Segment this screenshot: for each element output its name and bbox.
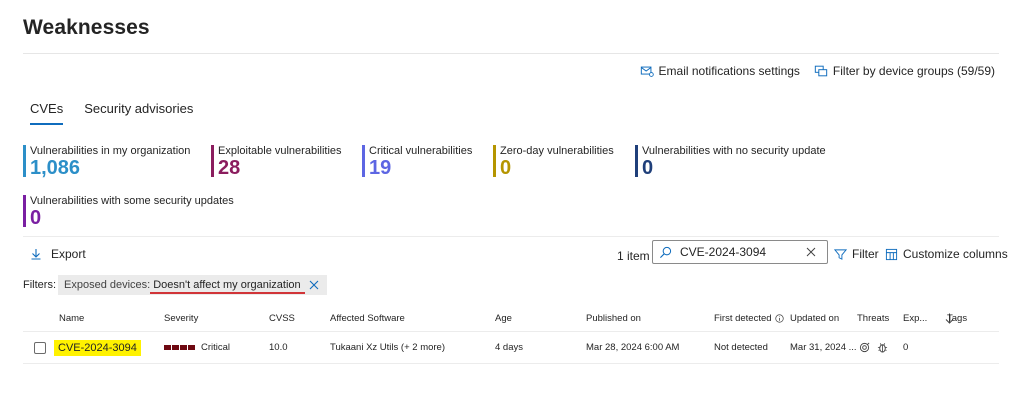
metric-label: Vulnerabilities in my organization — [30, 145, 191, 157]
column-header-age[interactable]: Age — [495, 306, 512, 331]
customize-columns-button[interactable]: Customize columns — [885, 247, 1008, 261]
metric-bar — [635, 145, 638, 177]
column-header-cvss[interactable]: CVSS — [269, 306, 295, 331]
tab-cves[interactable]: CVEs — [30, 101, 64, 125]
export-label: Export — [51, 247, 86, 261]
metric-label: Zero-day vulnerabilities — [500, 145, 614, 157]
filters-label: Filters: — [23, 279, 56, 291]
column-header-published-on[interactable]: Published on — [586, 306, 641, 331]
column-header-updated-on[interactable]: Updated on — [790, 306, 839, 331]
metric-value: 28 — [218, 157, 241, 179]
columns-icon — [885, 248, 898, 260]
remove-filter-close-icon[interactable] — [309, 280, 319, 290]
metric-bar — [493, 145, 496, 177]
cve-name-cell: CVE-2024-3094 — [54, 332, 141, 363]
metric-value: 19 — [369, 157, 392, 179]
metric-value: 0 — [642, 157, 654, 179]
top-actions: Email notifications settings Filter by d… — [640, 64, 995, 78]
row-checkbox[interactable] — [34, 341, 46, 354]
metric-zero-day-vulnerabilities[interactable]: Zero-day vulnerabilities 0 — [493, 145, 614, 179]
export-button[interactable]: Export — [30, 247, 86, 261]
filter-button[interactable]: Filter — [834, 247, 879, 261]
first-detected-cell: Not detected — [714, 342, 768, 353]
column-header-tags[interactable]: Tags — [947, 306, 967, 331]
close-icon[interactable] — [806, 247, 816, 257]
info-icon[interactable] — [774, 314, 784, 323]
device-groups-icon — [814, 65, 828, 77]
age-cell: 4 days — [495, 342, 523, 353]
severity-indicator — [164, 345, 195, 350]
metric-label: Exploitable vulnerabilities — [218, 145, 342, 157]
metric-value: 1,086 — [30, 157, 81, 179]
metric-some-security-updates[interactable]: Vulnerabilities with some security updat… — [23, 195, 234, 229]
column-header-severity[interactable]: Severity — [164, 306, 198, 331]
updated-on-cell: Mar 31, 2024 ... — [790, 342, 857, 353]
mail-settings-icon — [640, 66, 654, 77]
table-header-row: Name Severity CVSS Affected Software Age… — [23, 306, 999, 332]
metric-value: 0 — [500, 157, 512, 179]
search-icon — [659, 246, 672, 258]
metric-label: Critical vulnerabilities — [369, 145, 473, 157]
exploit-available-icon[interactable] — [859, 342, 870, 353]
threat-icons — [859, 342, 888, 353]
tab-bar: CVEs Security advisories — [30, 101, 193, 125]
title-divider — [23, 53, 999, 54]
column-header-affected-software[interactable]: Affected Software — [330, 306, 405, 331]
search-box[interactable] — [652, 240, 828, 264]
filter-label: Filter — [852, 247, 879, 261]
filter-chip-exposed-devices[interactable]: Exposed devices: Doesn't affect my organ… — [58, 275, 327, 295]
filter-device-groups-label: Filter by device groups (59/59) — [832, 64, 995, 78]
metric-critical-vulnerabilities[interactable]: Critical vulnerabilities 19 — [362, 145, 473, 179]
metric-bar — [362, 145, 365, 177]
severity-cell: Critical — [164, 332, 230, 363]
metric-label: Vulnerabilities with some security updat… — [30, 195, 234, 207]
first-detected-label: First detected — [714, 313, 772, 324]
threats-cell — [859, 332, 888, 363]
filter-chip-key: Exposed devices: — [64, 279, 151, 291]
filter-device-groups-button[interactable]: Filter by device groups (59/59) — [814, 64, 995, 78]
page-title: Weaknesses — [23, 16, 150, 39]
filter-chip-value: Doesn't affect my organization — [150, 279, 306, 294]
email-notifications-button[interactable]: Email notifications settings — [640, 64, 800, 78]
metric-label: Vulnerabilities with no security update — [642, 145, 826, 157]
download-icon — [31, 249, 41, 260]
tab-security-advisories[interactable]: Security advisories — [84, 101, 193, 125]
metric-bar — [23, 195, 26, 227]
column-header-threats[interactable]: Threats — [857, 306, 889, 331]
metric-vulnerabilities-in-org[interactable]: Vulnerabilities in my organization 1,086 — [23, 145, 191, 179]
customize-columns-label: Customize columns — [903, 247, 1008, 261]
table-row[interactable]: CVE-2024-3094 Critical 10.0 Tukaani Xz U… — [23, 332, 999, 364]
exposed-devices-label: Exp... — [903, 313, 928, 324]
metric-bar — [23, 145, 26, 177]
row-checkbox-cell — [34, 332, 46, 363]
affected-software-cell: Tukaani Xz Utils (+ 2 more) — [330, 342, 446, 353]
item-count: 1 item — [617, 249, 650, 263]
cve-name-link[interactable]: CVE-2024-3094 — [54, 339, 141, 356]
section-divider — [23, 236, 999, 237]
column-header-name[interactable]: Name — [59, 306, 84, 331]
exposed-devices-cell: 0 — [903, 342, 909, 353]
severity-text: Critical — [201, 342, 231, 353]
cvss-cell: 10.0 — [269, 342, 288, 353]
bug-icon[interactable] — [877, 342, 888, 353]
metric-value: 0 — [30, 207, 42, 229]
metric-bar — [211, 145, 214, 177]
metric-no-security-update[interactable]: Vulnerabilities with no security update … — [635, 145, 826, 179]
metric-exploitable-vulnerabilities[interactable]: Exploitable vulnerabilities 28 — [211, 145, 342, 179]
column-header-first-detected[interactable]: First detected — [714, 306, 784, 331]
published-on-cell: Mar 28, 2024 6:00 AM — [586, 342, 680, 353]
cve-table: Name Severity CVSS Affected Software Age… — [23, 306, 999, 364]
email-notifications-label: Email notifications settings — [658, 64, 800, 78]
search-input[interactable] — [680, 245, 798, 259]
filter-icon — [834, 248, 847, 260]
